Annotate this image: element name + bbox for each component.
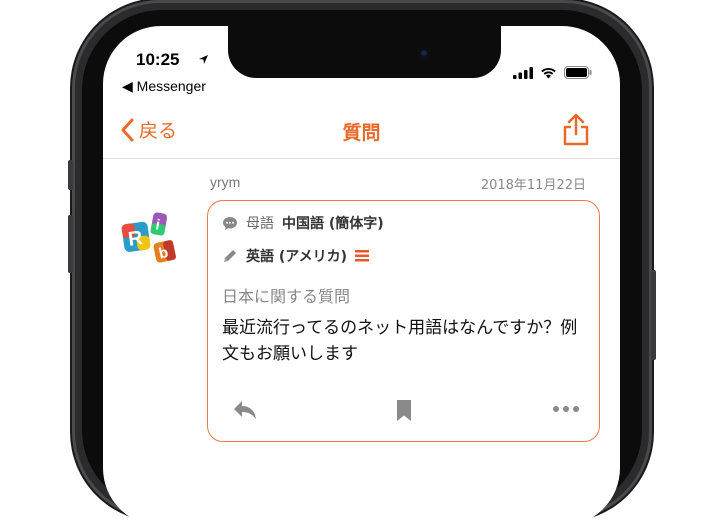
pencil-icon <box>224 250 236 262</box>
native-language-row: 母語 中国語 (簡体字) <box>222 213 384 233</box>
status-indicators <box>513 66 592 79</box>
target-language: 英語 (アメリカ) <box>246 249 347 265</box>
navigation-bar: 戻る 質問 <box>103 110 620 159</box>
cellular-signal-icon <box>513 66 533 79</box>
location-arrow-icon <box>199 55 208 64</box>
question-text: 最近流行ってるのネット用語はなんですか？例文もお願いします <box>222 318 578 364</box>
target-language-row: 英語 (アメリカ) <box>222 246 369 266</box>
question-category: 日本に関する質問 <box>222 287 351 306</box>
side-button-mute <box>68 160 73 190</box>
back-to-app-link[interactable]: ◀ Messenger <box>122 78 206 95</box>
native-language-value: 中国語 (簡体字) <box>282 216 384 232</box>
page-title: 質問 <box>342 122 381 144</box>
wifi-icon <box>541 67 556 78</box>
native-language-label: 母語 <box>246 216 274 232</box>
bookmark-icon[interactable] <box>394 399 414 423</box>
notch <box>228 26 501 78</box>
level-bars-icon <box>354 250 369 262</box>
user-avatar[interactable]: R i b <box>121 209 179 265</box>
side-button-volume <box>68 215 73 273</box>
share-icon[interactable] <box>560 112 592 148</box>
username[interactable]: yrym <box>210 174 240 190</box>
phone-screen: 10:25 ◀ Messenger 戻る 質問 yrym 2018年11月22日… <box>103 26 620 526</box>
question-card[interactable]: 母語 中国語 (簡体字) 英語 (アメリカ) 日本に関する質問 最近流行ってるの… <box>207 200 600 442</box>
card-actions <box>208 399 599 429</box>
side-button-power <box>651 270 656 360</box>
battery-icon <box>564 66 592 79</box>
more-icon[interactable] <box>552 399 580 419</box>
post-date: 2018年11月22日 <box>480 178 586 193</box>
front-camera <box>419 48 429 58</box>
speech-bubble-icon <box>223 216 237 230</box>
status-time: 10:25 <box>136 50 180 69</box>
reply-icon[interactable] <box>232 399 258 421</box>
